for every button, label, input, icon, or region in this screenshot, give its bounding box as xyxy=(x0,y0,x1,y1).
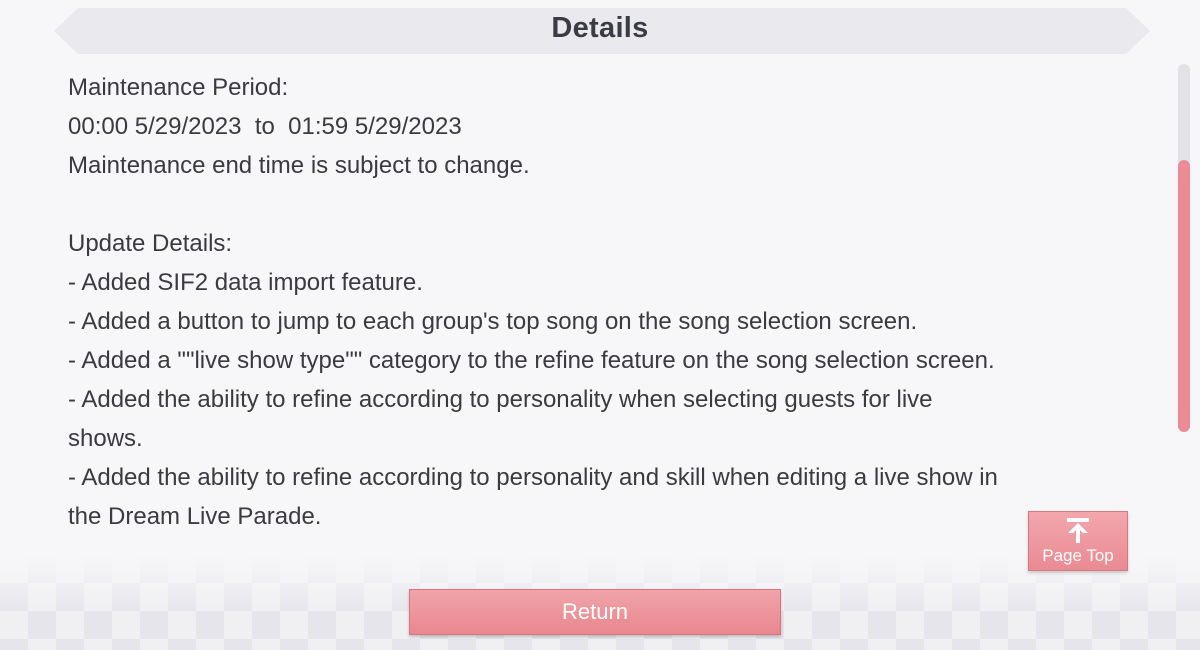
text-line: the Dream Live Parade. xyxy=(68,503,322,530)
page-title: Details xyxy=(551,12,649,44)
text-line: - Added SIF2 data import feature. xyxy=(68,269,423,296)
text-line: shows. xyxy=(68,425,143,452)
text-line: - Added a ""live show type"" category to… xyxy=(68,347,995,374)
text-line: Update Details: xyxy=(68,230,233,257)
page-top-label: Page Top xyxy=(1042,546,1114,565)
text-line: 00:00 5/29/2023 to 01:59 5/29/2023 xyxy=(68,113,462,140)
text-line: - Added the ability to refine according … xyxy=(68,386,933,413)
scrollbar-track[interactable] xyxy=(1178,64,1190,432)
details-content: Maintenance Period: 00:00 5/29/2023 to 0… xyxy=(68,68,1158,536)
scrollbar-thumb[interactable] xyxy=(1178,160,1190,432)
arrow-up-to-bar-icon xyxy=(1067,518,1089,543)
text-line: Maintenance Period: xyxy=(68,74,289,101)
return-button[interactable]: Return xyxy=(409,589,781,635)
page-top-button[interactable]: Page Top xyxy=(1028,511,1128,571)
text-line: - Added the ability to refine according … xyxy=(68,464,998,491)
text-line: - Added a button to jump to each group's… xyxy=(68,308,918,335)
text-line: Maintenance end time is subject to chang… xyxy=(68,152,530,179)
